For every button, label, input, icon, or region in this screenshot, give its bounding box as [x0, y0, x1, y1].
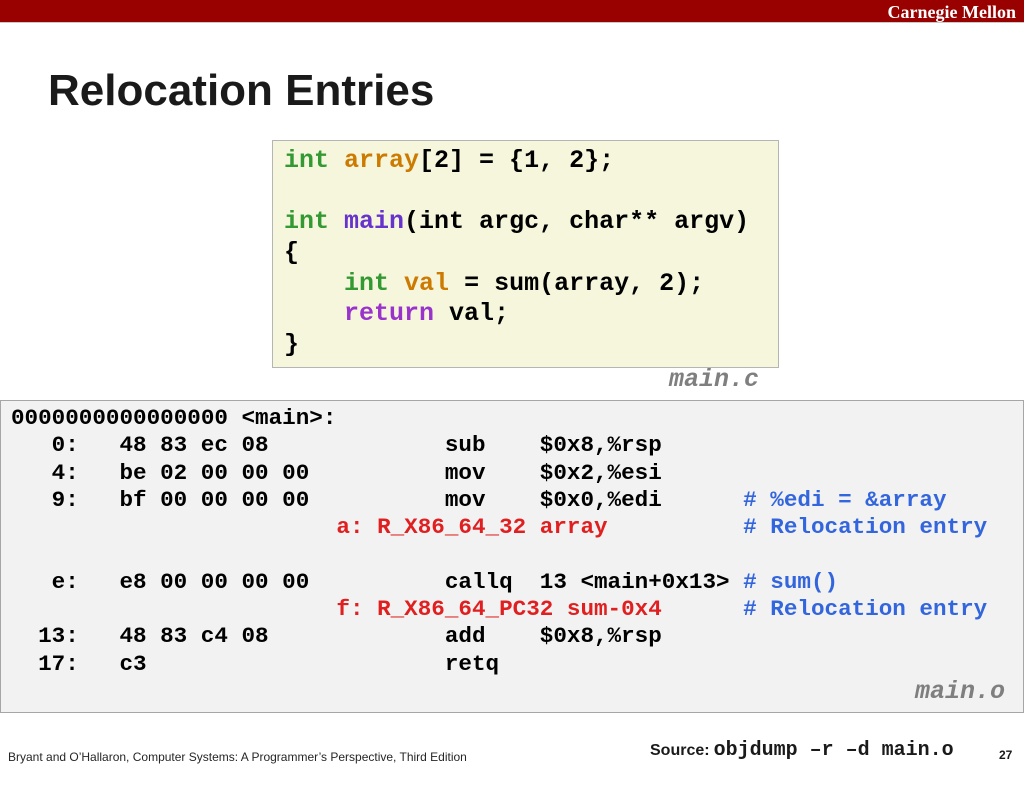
- header-bar: Carnegie Mellon: [0, 0, 1024, 23]
- instruction-bytes: c3: [119, 650, 147, 677]
- instruction-mnemonic: mov: [444, 459, 486, 486]
- instruction-row: 9: bf 00 00 00 00 mov $0x0,%edi # %edi =…: [11, 487, 1023, 514]
- instruction-operands: $0x2,%esi: [539, 459, 662, 486]
- code-line: }: [284, 330, 778, 361]
- relocation-entry: f: R_X86_64_PC32 sum-0x4: [336, 596, 662, 623]
- instruction-operands: 13 <main+0x13>: [539, 568, 730, 595]
- source-note: Source: objdump –r –d main.o: [650, 739, 954, 762]
- instruction-row: 17: c3 retq: [11, 651, 1023, 678]
- instruction-comment: # sum(): [743, 568, 839, 595]
- instruction-mnemonic: mov: [444, 486, 486, 513]
- code-line: return val;: [284, 299, 778, 330]
- variable-name: val: [404, 268, 450, 298]
- type-keyword: int: [344, 268, 390, 298]
- instruction-row: 4: be 02 00 00 00 mov $0x2,%esi: [11, 460, 1023, 487]
- variable-name: array: [344, 146, 420, 175]
- relocation-comment: # Relocation entry: [743, 596, 988, 623]
- function-name: main: [344, 207, 405, 237]
- instruction-address: 0:: [51, 432, 79, 459]
- return-keyword: return: [344, 299, 435, 329]
- instruction-bytes: be 02 00 00 00: [119, 459, 310, 486]
- instruction-comment: # %edi = &array: [743, 486, 947, 513]
- instruction-address: 9:: [51, 486, 79, 513]
- institution-name: Carnegie Mellon: [887, 2, 1016, 22]
- instruction-bytes: 48 83 c4 08: [119, 623, 269, 650]
- instruction-row: e: e8 00 00 00 00 callq 13 <main+0x13> #…: [11, 569, 1023, 596]
- code-line: int val = sum(array, 2);: [284, 269, 778, 300]
- page-number: 27: [999, 748, 1013, 762]
- instruction-operands: $0x8,%rsp: [539, 432, 662, 459]
- instruction-address: 13:: [38, 623, 79, 650]
- instruction-bytes: e8 00 00 00 00: [119, 568, 310, 595]
- code-text: = sum(array, 2);: [449, 268, 705, 298]
- relocation-entry: a: R_X86_64_32 array: [336, 514, 608, 541]
- code-line: {: [284, 238, 778, 269]
- instruction-operands: $0x0,%edi: [539, 486, 662, 513]
- code-text: val;: [434, 299, 510, 329]
- disassembly-panel: 0000000000000000 <main>: 0: 48 83 ec 08 …: [0, 400, 1024, 713]
- instruction-mnemonic: callq: [444, 568, 513, 595]
- instruction-mnemonic: sub: [444, 432, 486, 459]
- instruction-bytes: 48 83 ec 08: [119, 432, 269, 459]
- slide-title: Relocation Entries: [48, 66, 435, 115]
- instruction-address: e:: [51, 568, 79, 595]
- source-command: objdump –r –d main.o: [713, 739, 954, 762]
- source-label: Source:: [650, 742, 710, 759]
- code-line: int main (int argc, char** argv): [284, 207, 778, 238]
- code-text: [2] = {1, 2};: [419, 146, 615, 175]
- instruction-bytes: bf 00 00 00 00: [119, 486, 310, 513]
- instruction-mnemonic: retq: [444, 650, 500, 677]
- relocation-row: f: R_X86_64_PC32 sum-0x4 # Relocation en…: [11, 596, 1023, 623]
- code-text: (int argc, char** argv): [404, 207, 750, 237]
- type-keyword: int: [284, 207, 330, 237]
- relocation-comment: # Relocation entry: [743, 514, 988, 541]
- relocation-row: a: R_X86_64_32 array # Relocation entry: [11, 514, 1023, 541]
- instruction-address: 4:: [51, 459, 79, 486]
- source-file-label: main.c: [669, 365, 760, 394]
- object-file-label: main.o: [915, 677, 1006, 706]
- source-code-panel: int array [2] = {1, 2}; int main (int ar…: [272, 140, 779, 368]
- instruction-mnemonic: add: [444, 623, 486, 650]
- citation: Bryant and O’Hallaron, Computer Systems:…: [8, 750, 467, 764]
- instruction-row: 0: 48 83 ec 08 sub $0x8,%rsp: [11, 432, 1023, 459]
- instruction-address: 17:: [38, 650, 79, 677]
- code-text: {: [284, 238, 300, 268]
- code-text: }: [284, 330, 300, 360]
- instruction-row: 13: 48 83 c4 08 add $0x8,%rsp: [11, 623, 1023, 650]
- code-line: int array [2] = {1, 2};: [284, 146, 778, 177]
- function-header: 0000000000000000 <main>:: [11, 405, 337, 431]
- instruction-operands: $0x8,%rsp: [539, 623, 662, 650]
- type-keyword: int: [284, 146, 330, 175]
